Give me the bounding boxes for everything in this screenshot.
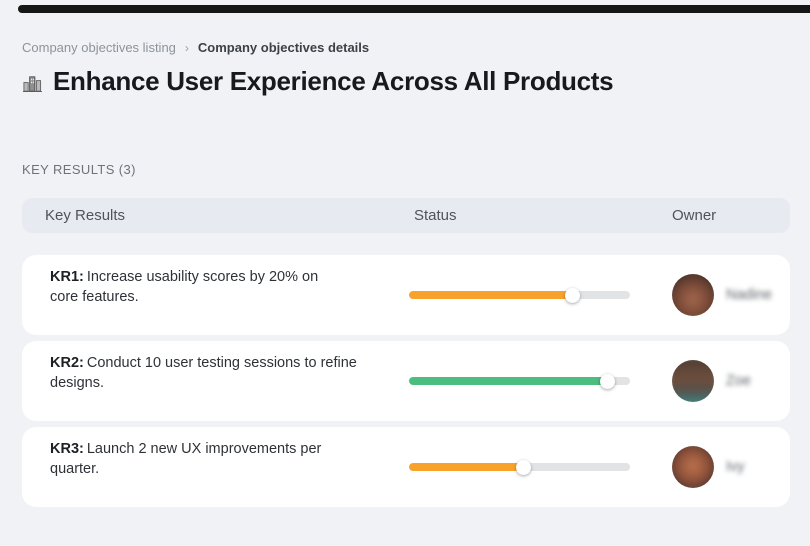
column-header-status: Status	[414, 207, 457, 224]
kr-2-status-cell	[409, 373, 672, 389]
progress-slider[interactable]	[409, 287, 630, 303]
slider-fill	[409, 377, 608, 385]
kr-2-id: KR2:	[50, 355, 84, 371]
key-results-count-label: KEY RESULTS (3)	[22, 162, 136, 177]
page-title-row: Enhance User Experience Across All Produ…	[22, 66, 614, 97]
breadcrumb-item-details: Company objectives details	[197, 40, 370, 55]
owner-name: Nadine	[726, 287, 772, 303]
progress-slider[interactable]	[409, 373, 630, 389]
kr-1-description: Increase usability scores by 20% on core…	[50, 269, 319, 305]
kr-row-2: KR2: Conduct 10 user testing sessions to …	[22, 341, 790, 421]
kr-row-3: KR3: Launch 2 new UX improvements per qua…	[22, 427, 790, 507]
buildings-icon	[22, 75, 43, 92]
kr-3-description: Launch 2 new UX improvements per quarter…	[50, 441, 322, 477]
slider-knob[interactable]	[516, 459, 532, 475]
kr-1-text: KR1: Increase usability scores by 20% on …	[50, 255, 409, 307]
top-bar	[18, 5, 810, 13]
table-header: Key Results Status Owner	[22, 198, 790, 233]
owner-avatar	[672, 360, 714, 402]
slider-track	[409, 377, 630, 385]
progress-slider[interactable]	[409, 459, 630, 475]
column-header-owner: Owner	[672, 207, 717, 224]
slider-knob[interactable]	[565, 287, 581, 303]
kr-3-status-cell	[409, 459, 672, 475]
owner-name: Zoe	[726, 373, 751, 389]
slider-knob[interactable]	[600, 373, 616, 389]
kr-row-1: KR1: Increase usability scores by 20% on …	[22, 255, 790, 335]
kr-3-owner-cell: Ivy	[672, 446, 790, 488]
objective-details-page: Company objectives listing › Company obj…	[0, 0, 810, 546]
kr-1-owner-cell: Nadine	[672, 274, 790, 316]
kr-1-id: KR1:	[50, 269, 84, 285]
chevron-right-icon: ›	[184, 40, 189, 55]
owner-name: Ivy	[726, 459, 745, 475]
breadcrumb: Company objectives listing › Company obj…	[22, 40, 369, 55]
column-header-key-results: Key Results	[45, 207, 126, 224]
owner-avatar	[672, 446, 714, 488]
kr-3-id: KR3:	[50, 441, 84, 457]
kr-2-text: KR2: Conduct 10 user testing sessions to …	[50, 341, 409, 393]
kr-1-status-cell	[409, 287, 672, 303]
slider-fill	[409, 291, 573, 299]
slider-fill	[409, 463, 524, 471]
kr-3-text: KR3: Launch 2 new UX improvements per qua…	[50, 427, 409, 479]
kr-2-owner-cell: Zoe	[672, 360, 790, 402]
owner-avatar	[672, 274, 714, 316]
page-title: Enhance User Experience Across All Produ…	[53, 66, 614, 96]
breadcrumb-item-listing[interactable]: Company objectives listing	[22, 40, 176, 55]
key-results-list: KR1: Increase usability scores by 20% on …	[22, 255, 790, 513]
slider-track	[409, 291, 630, 299]
kr-2-description: Conduct 10 user testing sessions to refi…	[50, 355, 357, 391]
